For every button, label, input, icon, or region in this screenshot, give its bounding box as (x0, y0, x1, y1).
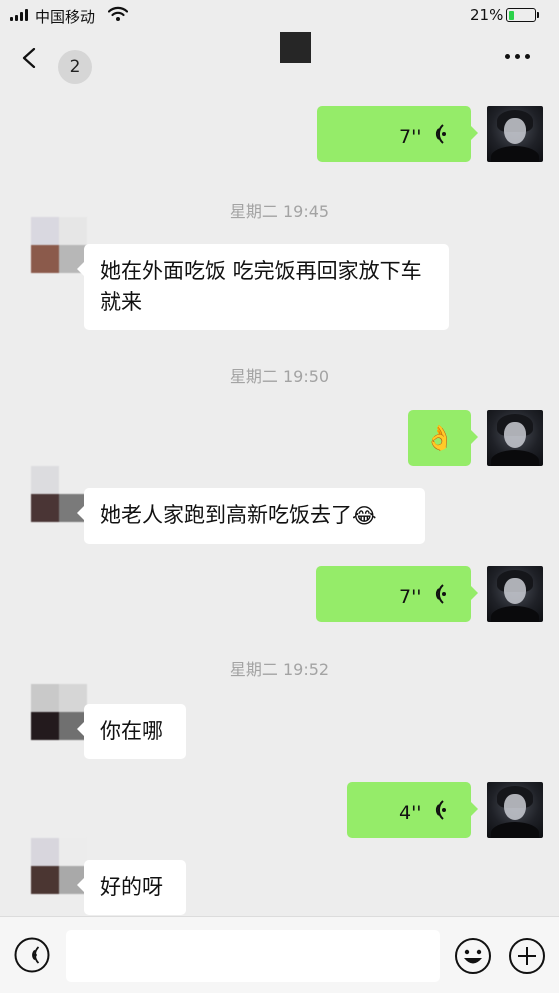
battery-cap (537, 12, 539, 18)
carrier-name: 中国移动 (35, 8, 96, 26)
message-text: 你在哪 (100, 719, 163, 743)
signal-strength-icon (10, 9, 28, 21)
voice-wave-icon (435, 584, 446, 604)
voice-duration: 7'' (399, 586, 422, 608)
voice-wave-icon (435, 800, 446, 820)
chevron-left-icon (22, 48, 36, 68)
tears-of-joy-emoji: 😂 (352, 503, 377, 528)
input-bar (0, 916, 559, 993)
voice-wave-icon (435, 124, 446, 144)
avatar-self[interactable] (487, 106, 543, 162)
timestamp: 星期二 19:50 (229, 367, 330, 386)
avatar-self[interactable] (487, 410, 543, 466)
plus-circle-icon[interactable] (508, 937, 546, 975)
more-options-button[interactable] (505, 47, 537, 67)
text-message-bubble[interactable]: 她在外面吃饭 吃完饭再回家放下车就来 (77, 244, 449, 330)
battery-icon (506, 8, 536, 22)
text-message-bubble[interactable]: 你在哪 (77, 704, 186, 759)
battery-percent: 21% (470, 6, 504, 24)
message-text: 她在外面吃饭 吃完饭再回家放下车就来 (100, 259, 422, 314)
wifi-icon (108, 6, 128, 21)
message-text: 她老人家跑到高新吃饭去了 (100, 503, 352, 527)
unread-count-badge: 2 (58, 50, 92, 84)
chat-title-redacted (280, 32, 311, 63)
voice-message-bubble[interactable]: 4'' (347, 782, 478, 838)
ok-hand-emoji: 👌 (424, 424, 455, 452)
voice-message-bubble[interactable]: 7'' (316, 566, 478, 622)
voice-input-icon[interactable] (14, 937, 50, 973)
timestamp: 星期二 19:52 (229, 660, 330, 679)
voice-message-bubble[interactable]: 7'' (317, 106, 478, 162)
smiley-icon[interactable] (454, 937, 492, 975)
message-text: 好的呀 (100, 875, 163, 899)
text-message-bubble[interactable]: 好的呀 (77, 860, 186, 915)
back-button[interactable]: 2 (16, 40, 92, 84)
text-message-bubble[interactable]: 她老人家跑到高新吃饭去了😂 (77, 488, 425, 544)
voice-duration: 4'' (399, 802, 422, 824)
voice-duration: 7'' (399, 126, 422, 148)
avatar-self[interactable] (487, 782, 543, 838)
message-list[interactable]: 7'' 星期二 19:45 她在外面吃饭 吃完饭再回家放下车就来 星期二 19:… (0, 86, 559, 916)
status-bar: 中国移动 21% (0, 0, 559, 30)
message-input[interactable] (66, 930, 440, 982)
emoji-message-bubble[interactable]: 👌 (408, 410, 478, 466)
avatar-self[interactable] (487, 566, 543, 622)
battery-level (508, 10, 514, 20)
